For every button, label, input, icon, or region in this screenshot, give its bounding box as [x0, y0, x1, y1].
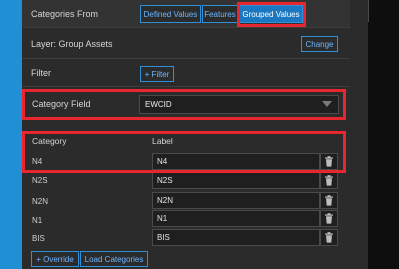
- category-field-label: Category Field: [32, 99, 91, 109]
- category-label-input[interactable]: N4: [152, 153, 320, 170]
- category-field-value: EWCID: [145, 100, 172, 109]
- category-label-input[interactable]: N2S: [152, 172, 320, 189]
- category-name: BIS: [32, 234, 45, 243]
- divider: [22, 86, 350, 87]
- layer-label: Layer: Group Assets: [31, 39, 113, 49]
- grouped-values-button[interactable]: Grouped Values: [239, 5, 303, 23]
- divider: [22, 58, 350, 59]
- chevron-down-icon: [322, 101, 332, 107]
- change-layer-button[interactable]: Change: [301, 36, 338, 52]
- category-name: N4: [32, 157, 43, 166]
- map-canvas: [368, 0, 399, 269]
- trash-icon[interactable]: [320, 229, 338, 246]
- defined-values-button[interactable]: Defined Values: [140, 5, 201, 23]
- trash-icon[interactable]: [320, 172, 338, 189]
- map-edge: [368, 0, 369, 22]
- category-field-select[interactable]: EWCID: [139, 95, 339, 114]
- categories-from-label: Categories From: [31, 9, 99, 19]
- trash-icon[interactable]: [320, 210, 338, 227]
- features-button[interactable]: Features: [202, 5, 238, 23]
- category-label-input[interactable]: N2N: [152, 192, 320, 209]
- category-name: N2N: [32, 197, 49, 206]
- filter-label: Filter: [31, 68, 51, 78]
- category-column-header: Category: [32, 136, 67, 146]
- divider: [22, 27, 350, 28]
- category-label-input[interactable]: BIS: [152, 229, 320, 246]
- left-sidebar-strip: [0, 0, 22, 269]
- add-override-button[interactable]: + Override: [31, 251, 79, 267]
- load-categories-button[interactable]: Load Categories: [80, 251, 148, 267]
- category-label-input[interactable]: N1: [152, 210, 320, 227]
- category-name: N2S: [32, 176, 48, 185]
- category-name: N1: [32, 216, 43, 225]
- trash-icon[interactable]: [320, 192, 338, 209]
- label-column-header: Label: [152, 136, 173, 146]
- trash-icon[interactable]: [320, 153, 338, 170]
- add-filter-button[interactable]: + Filter: [140, 66, 174, 82]
